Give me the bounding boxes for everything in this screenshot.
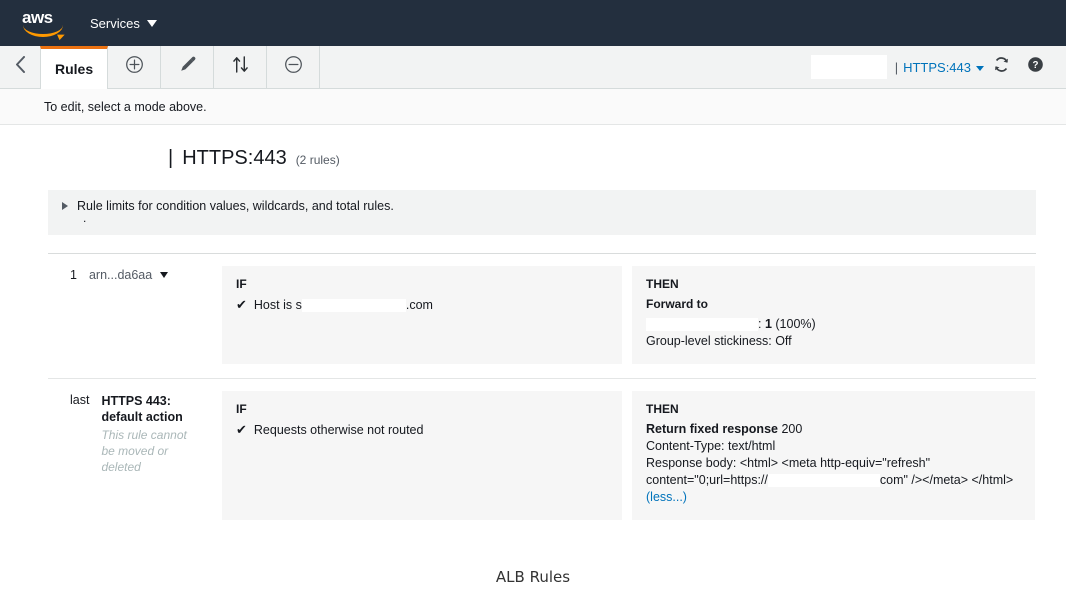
rule-limits-toggle[interactable]: Rule limits for condition values, wildca… xyxy=(62,199,1036,213)
if-header: IF xyxy=(236,402,247,416)
response-body: Response body: <html> <meta http-equiv="… xyxy=(646,455,1021,489)
svg-text:?: ? xyxy=(1032,60,1038,71)
table-row: 1 arn...da6aa IF ✔ Host is s .com THEN Fo… xyxy=(48,253,1036,378)
search-input[interactable] xyxy=(810,55,887,79)
rule-limits-label: Rule limits for condition values, wildca… xyxy=(77,199,394,213)
toolbar-right-group: | HTTPS:443 ? xyxy=(810,46,1066,88)
forward-target-line: : 1 (100%) xyxy=(646,316,1021,333)
default-rule-note: This rule cannot be moved or deleted xyxy=(101,428,187,474)
add-rule-button[interactable] xyxy=(108,46,162,88)
response-status-code: 200 xyxy=(781,422,803,436)
default-rule-title: HTTPS 443: default action This rule cann… xyxy=(101,393,197,475)
response-body-toggle-link[interactable]: (less...) xyxy=(646,489,1021,506)
redacted-hostname xyxy=(301,299,406,313)
listener-selector[interactable]: | HTTPS:443 xyxy=(895,60,984,75)
rules-toolbar: Rules | HTTPS:443 ? xyxy=(0,46,1066,89)
rule-action-label: Return fixed response xyxy=(646,422,778,436)
condition-suffix: .com xyxy=(405,298,433,312)
back-button[interactable] xyxy=(0,46,40,88)
if-header: IF xyxy=(236,277,247,291)
rule-limits-bullet: . xyxy=(83,211,87,225)
condition-prefix: Host is s xyxy=(253,298,302,312)
triangle-right-icon xyxy=(62,202,68,210)
rule-if-panel: IF ✔ Requests otherwise not routed xyxy=(222,391,622,520)
refresh-button[interactable] xyxy=(984,50,1018,84)
table-row: last HTTPS 443: default action This rule… xyxy=(48,378,1036,534)
response-body-part2: com" /></meta> </html> xyxy=(879,473,1014,487)
reorder-rules-button[interactable] xyxy=(214,46,268,88)
target-weight: 1 xyxy=(764,317,772,331)
rule-action-label: Forward to xyxy=(646,297,708,311)
rule-count-badge: (2 rules) xyxy=(295,153,340,167)
rule-condition-text: Requests otherwise not routed xyxy=(253,423,424,437)
services-menu[interactable]: Services xyxy=(90,16,157,31)
chevron-down-icon xyxy=(146,19,157,27)
aws-logo-smile-icon xyxy=(23,25,63,37)
listener-header: | HTTPS:443 (2 rules) xyxy=(0,125,1066,170)
rule-condition-text: Host is s .com xyxy=(254,297,433,314)
then-header: THEN xyxy=(646,277,679,291)
edit-mode-hint-text: To edit, select a mode above. xyxy=(44,99,207,114)
chevron-down-icon xyxy=(160,272,169,278)
rule-arn-label: arn...da6aa xyxy=(88,268,153,282)
target-percent: (100%) xyxy=(775,317,816,331)
chevron-left-icon xyxy=(15,56,26,78)
then-header: THEN xyxy=(646,402,679,416)
rule-identity-cell: 1 arn...da6aa xyxy=(48,266,222,364)
page-title: HTTPS:443 xyxy=(182,147,287,169)
plus-circle-icon xyxy=(125,55,144,79)
rule-then-panel: THEN Forward to : 1 (100%) Group-level s… xyxy=(632,266,1035,364)
minus-circle-icon xyxy=(284,55,303,79)
rule-index: last xyxy=(70,393,90,407)
rule-condition: ✔ Host is s .com xyxy=(236,296,608,314)
edit-mode-hint: To edit, select a mode above. xyxy=(0,89,1066,125)
rule-limits-panel: Rule limits for condition values, wildca… xyxy=(48,190,1036,235)
listener-header-separator: | xyxy=(168,147,174,169)
redacted-url xyxy=(767,474,880,488)
aws-logo[interactable]: aws xyxy=(22,8,68,38)
edit-rule-button[interactable] xyxy=(161,46,215,88)
check-icon: ✔ xyxy=(236,422,247,437)
redacted-target-group xyxy=(646,318,758,332)
rule-then-panel: THEN Return fixed response 200 Content-T… xyxy=(632,391,1035,520)
check-icon: ✔ xyxy=(236,297,247,312)
delete-rule-button[interactable] xyxy=(267,46,321,88)
figure-caption-text: ALB Rules xyxy=(495,568,571,586)
refresh-icon xyxy=(993,56,1010,78)
tab-rules-label: Rules xyxy=(55,61,94,77)
fixed-response-line: Return fixed response 200 xyxy=(646,421,1021,438)
rules-table: 1 arn...da6aa IF ✔ Host is s .com THEN Fo… xyxy=(48,253,1036,534)
help-circle-icon: ? xyxy=(1027,56,1044,78)
rule-index: 1 xyxy=(70,268,77,282)
tab-rules[interactable]: Rules xyxy=(40,46,109,89)
chevron-down-icon xyxy=(976,65,984,71)
services-menu-label: Services xyxy=(90,15,140,31)
response-content-type: Content-Type: text/html xyxy=(646,439,776,453)
sort-updown-icon xyxy=(232,55,249,79)
listener-separator: | xyxy=(894,59,899,75)
default-rule-title-text: HTTPS 443: default action xyxy=(101,394,183,424)
rule-if-panel: IF ✔ Host is s .com xyxy=(222,266,622,364)
help-button[interactable]: ? xyxy=(1018,50,1052,84)
rule-condition: ✔ Requests otherwise not routed xyxy=(236,421,608,439)
figure-caption: ALB Rules xyxy=(0,568,1066,586)
rule-arn-dropdown[interactable]: arn...da6aa xyxy=(88,268,169,282)
listener-selector-label: HTTPS:443 xyxy=(903,59,971,75)
rule-identity-cell: last HTTPS 443: default action This rule… xyxy=(48,391,222,520)
target-separator: : xyxy=(758,317,765,331)
response-body-label: Response body: xyxy=(646,456,737,470)
group-stickiness: Group-level stickiness: Off xyxy=(646,334,792,348)
rules-content: | HTTPS:443 (2 rules) Rule limits for co… xyxy=(0,125,1066,534)
pencil-icon xyxy=(178,55,197,79)
aws-global-nav: aws Services xyxy=(0,0,1066,46)
